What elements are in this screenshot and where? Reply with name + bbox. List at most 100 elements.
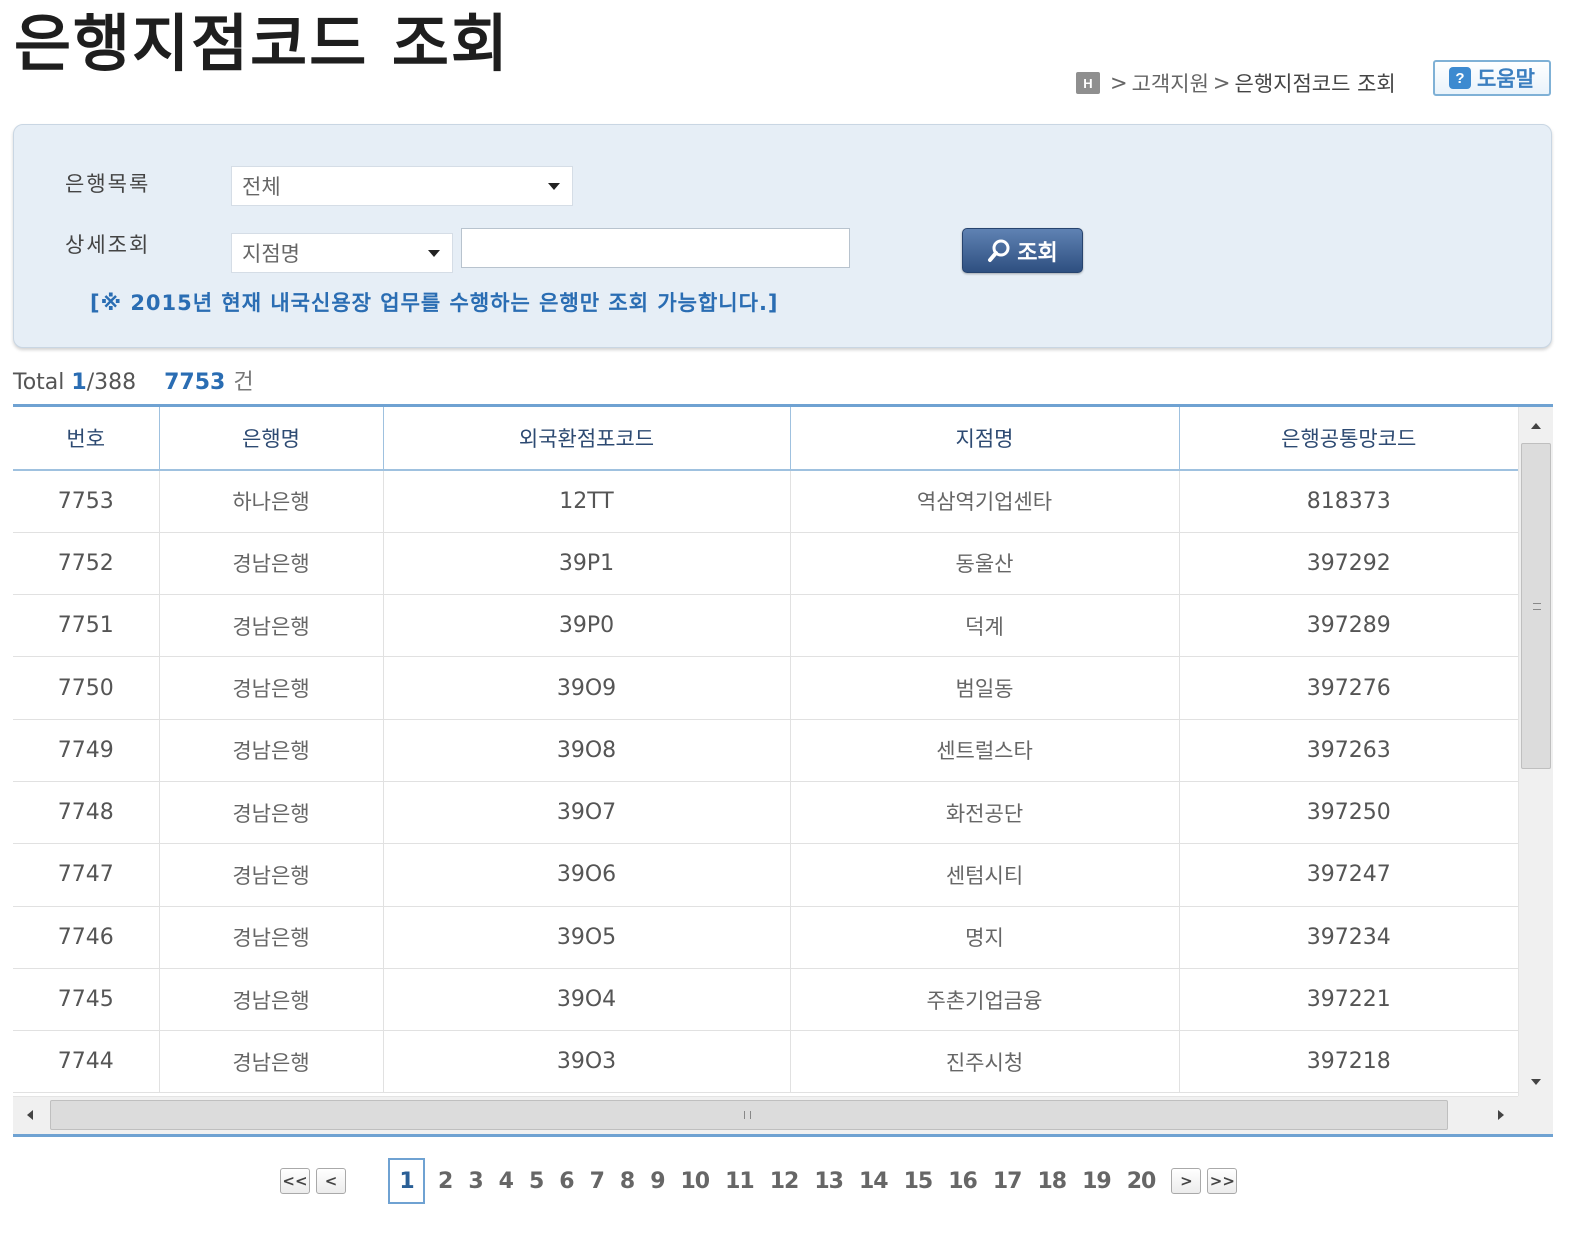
grip-icon [744,1111,751,1119]
cell-bank: 경남은행 [159,1030,384,1094]
page-link[interactable]: 8 [620,1169,635,1194]
page-link[interactable]: 7 [590,1169,605,1194]
scroll-left-icon[interactable] [27,1110,33,1120]
page-title: 은행지점코드 조회 [14,7,510,80]
breadcrumb-section[interactable]: 고객지원 [1132,68,1209,98]
cell-branch: 역삼역기업센타 [790,470,1180,533]
cell-bank: 경남은행 [159,968,384,1032]
column-header-number[interactable]: 번호 [13,407,160,471]
cell-network-code: 397292 [1179,532,1518,596]
cell-fx-code: 39O9 [383,656,791,720]
page-link[interactable]: 16 [948,1169,978,1194]
cell-branch: 덕계 [790,594,1180,658]
column-header-network-code[interactable]: 은행공통망코드 [1179,407,1518,471]
cell-bank: 경남은행 [159,781,384,845]
table-row[interactable]: 7749 경남은행 39O8 센트럴스타 397263 [13,719,1518,782]
cell-branch: 진주시청 [790,1030,1180,1094]
cell-fx-code: 39O6 [383,843,791,907]
cell-bank: 경남은행 [159,906,384,969]
horizontal-scroll-thumb[interactable] [50,1100,1448,1130]
cell-network-code: 397234 [1179,906,1518,969]
cell-fx-code: 39O4 [383,968,791,1032]
page-link[interactable]: 15 [904,1169,934,1194]
page-link[interactable]: 3 [468,1169,483,1194]
table-row[interactable]: 7751 경남은행 39P0 덕계 397289 [13,594,1518,658]
cell-number: 7747 [13,843,160,907]
column-header-bank[interactable]: 은행명 [159,407,384,471]
cell-branch: 센텀시티 [790,843,1180,907]
table-row[interactable]: 7753 하나은행 12TT 역삼역기업센타 818373 [13,470,1518,533]
page-link[interactable]: 17 [993,1169,1023,1194]
next-page-button[interactable]: > [1171,1168,1202,1194]
cell-fx-code: 39O3 [383,1030,791,1094]
table-row[interactable]: 7750 경남은행 39O9 범일동 397276 [13,656,1518,720]
cell-bank: 경남은행 [159,532,384,596]
detail-label: 상세조회 [65,233,151,257]
table-row[interactable]: 7752 경남은행 39P1 동울산 397292 [13,532,1518,596]
search-button[interactable]: 조회 [962,228,1083,273]
last-page-button[interactable]: >> [1207,1168,1238,1194]
vertical-scrollbar[interactable] [1518,407,1553,1099]
page-current[interactable]: 1 [388,1158,425,1204]
search-input[interactable] [461,228,850,268]
record-unit: 건 [233,370,254,395]
first-page-button[interactable]: << [280,1168,310,1194]
breadcrumb: H > 고객지원 > 은행지점코드 조회 [1076,68,1396,98]
page-link[interactable]: 9 [650,1169,665,1194]
table-row[interactable]: 7747 경남은행 39O6 센텀시티 397247 [13,843,1518,907]
total-label: Total [13,370,65,395]
total-pages: 388 [94,370,137,395]
grip-icon [1533,603,1541,610]
prev-page-button[interactable]: < [316,1168,346,1194]
help-button[interactable]: ? 도움말 [1433,60,1551,96]
page-link[interactable]: 5 [529,1169,544,1194]
cell-fx-code: 39O8 [383,719,791,782]
cell-bank: 경남은행 [159,719,384,782]
cell-fx-code: 39P0 [383,594,791,658]
page-link[interactable]: 14 [859,1169,889,1194]
page-link[interactable]: 18 [1038,1169,1068,1194]
current-page: 1 [71,370,87,395]
magnifier-icon [988,239,1010,262]
page-link[interactable]: 11 [725,1169,755,1194]
horizontal-scrollbar[interactable] [13,1096,1518,1134]
column-header-fx-code[interactable]: 외국환점포코드 [383,407,791,471]
vertical-scroll-thumb[interactable] [1521,443,1551,769]
cell-fx-code: 39P1 [383,532,791,596]
page-link[interactable]: 4 [499,1169,514,1194]
cell-network-code: 397221 [1179,968,1518,1032]
results-table: 번호 은행명 외국환점포코드 지점명 은행공통망코드 7753 하나은행 12TT 역… [13,407,1518,1094]
cell-number: 7749 [13,719,160,782]
scroll-right-icon[interactable] [1498,1110,1504,1120]
table-row[interactable]: 7744 경남은행 39O3 진주시청 397218 [13,1030,1518,1094]
table-row[interactable]: 7746 경남은행 39O5 명지 397234 [13,906,1518,969]
page-link[interactable]: 6 [559,1169,574,1194]
help-label: 도움말 [1477,67,1535,91]
table-header-row: 번호 은행명 외국환점포코드 지점명 은행공통망코드 [13,407,1518,471]
cell-branch: 주촌기업금융 [790,968,1180,1032]
cell-fx-code: 39O7 [383,781,791,845]
page-link[interactable]: 13 [814,1169,844,1194]
detail-select[interactable]: 지점명 [231,233,453,273]
page-link[interactable]: 10 [681,1169,711,1194]
page-link[interactable]: 2 [438,1169,453,1194]
table-row[interactable]: 7748 경남은행 39O7 화전공단 397250 [13,781,1518,845]
cell-branch: 센트럴스타 [790,719,1180,782]
detail-select-value: 지점명 [242,242,300,266]
page-link[interactable]: 20 [1127,1169,1157,1194]
cell-network-code: 397276 [1179,656,1518,720]
pagination: << < 1 2 3 4 5 6 7 8 9 10 11 12 13 14 15 16 17 18 19 20 > … [280,1158,1243,1204]
page-list: 2 3 4 5 6 7 8 9 10 11 12 13 14 15 16 17 18 19 20 [430,1169,1163,1194]
cell-branch: 명지 [790,906,1180,969]
cell-number: 7746 [13,906,160,969]
breadcrumb-current: 은행지점코드 조회 [1234,72,1396,96]
page-link[interactable]: 12 [770,1169,800,1194]
page-link[interactable]: 19 [1082,1169,1112,1194]
scroll-down-icon[interactable] [1531,1079,1541,1085]
bank-select[interactable]: 전체 [231,166,573,206]
table-row[interactable]: 7745 경남은행 39O4 주촌기업금융 397221 [13,968,1518,1032]
column-header-branch[interactable]: 지점명 [790,407,1180,471]
home-icon[interactable]: H [1076,72,1100,94]
scroll-up-icon[interactable] [1531,423,1541,429]
cell-branch: 동울산 [790,532,1180,596]
